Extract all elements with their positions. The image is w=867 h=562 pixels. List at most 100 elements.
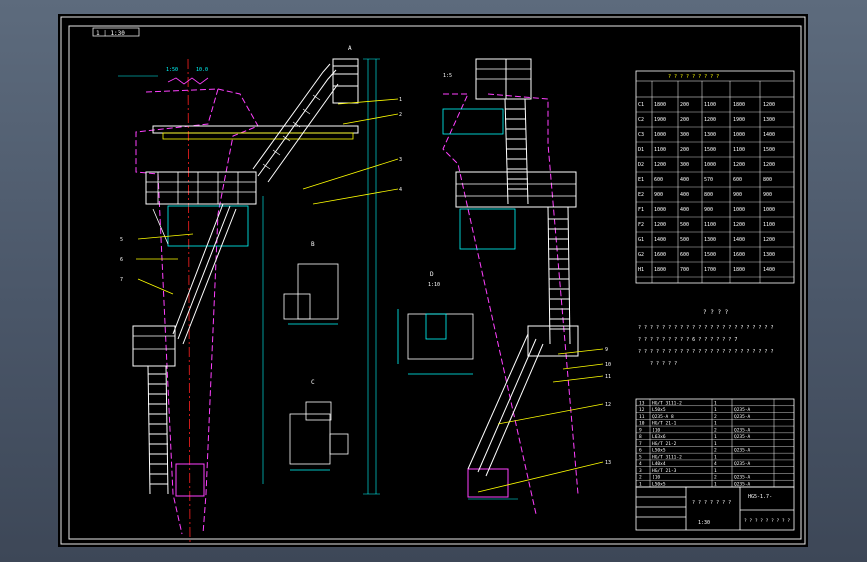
parts-cell-10-0: 3 (639, 468, 642, 474)
parts-cell-3-0: 10 (639, 421, 645, 427)
spec-cell-2-2: 300 (680, 132, 689, 138)
spec-cell-8-4: 1200 (733, 222, 745, 228)
spec-cell-10-1: 1600 (654, 252, 666, 258)
spec-cell-8-2: 500 (680, 222, 689, 228)
spec-cell-8-5: 1100 (763, 222, 775, 228)
notes-line-3: ? ? ? ? ? ? ? ? ? ? ? ? ? ? ? ? ? ? ? ? … (638, 349, 773, 355)
parts-cell-8-1: HG/T 3111-2 (652, 454, 682, 460)
notes: ? ? ? ? ? ? ? ? ? ? ? ? ? ? ? ? ? ? ? ? … (638, 309, 773, 367)
callout-3: 3 (399, 157, 402, 163)
view-a-mark: A (348, 45, 352, 52)
spec-cell-4-0: D2 (638, 162, 644, 168)
spec-cell-5-4: 600 (733, 177, 742, 183)
spec-cell-11-4: 1800 (733, 267, 745, 273)
notes-line-4: ? ? ? ? ? (650, 361, 677, 367)
spec-cell-2-0: C3 (638, 132, 644, 138)
middle-stair-rail-2 (177, 205, 231, 340)
detail-scale: 1:10 (428, 282, 440, 288)
spec-cell-5-0: E1 (638, 177, 644, 183)
top-dim-right: 10.0 (196, 67, 208, 73)
parts-cell-5-3: Q235-A (734, 434, 751, 440)
spec-table: ? ? ? ? ? ? ? ? ? C1 1800 200 1100 1800 1200 C… (635, 70, 795, 284)
spec-cell-11-3: 1700 (704, 267, 716, 273)
parts-cell-4-1: [10 (652, 427, 660, 433)
section-c-detail (289, 401, 349, 471)
parts-cell-2-2: 2 (714, 414, 717, 420)
spec-cell-9-2: 500 (680, 237, 689, 243)
parts-cell-4-0: 9 (639, 427, 642, 433)
parts-cell-2-0: 11 (639, 414, 645, 420)
spec-cell-11-1: 1800 (654, 267, 666, 273)
spec-cell-7-5: 1000 (763, 207, 775, 213)
parts-cell-1-2: 1 (714, 407, 717, 413)
callout-11: 11 (605, 374, 611, 380)
spec-cell-7-0: F1 (638, 207, 644, 213)
spec-cell-6-4: 900 (733, 192, 742, 198)
spec-cell-3-0: D1 (638, 147, 644, 153)
spec-cell-10-3: 1500 (704, 252, 716, 258)
spec-cell-3-4: 1100 (733, 147, 745, 153)
parts-cell-11-0: 2 (639, 475, 642, 481)
spec-cell-8-3: 1100 (704, 222, 716, 228)
spec-cell-6-3: 800 (704, 192, 713, 198)
callout-2: 2 (399, 112, 402, 118)
spec-cell-7-3: 900 (704, 207, 713, 213)
notes-line-2: ? ? ? ? ? ? ? ? ? 6 ? ? ? ? ? ? 7 (638, 337, 737, 343)
section-c-label: C (311, 379, 315, 386)
spec-cell-10-5: 1300 (763, 252, 775, 258)
title-block-scale: 1:30 (698, 520, 710, 526)
spec-cell-4-3: 1000 (704, 162, 716, 168)
spec-cell-4-4: 1200 (733, 162, 745, 168)
spec-cell-0-2: 200 (680, 102, 689, 108)
parts-cell-7-1: L50x5 (652, 448, 666, 454)
drawing-sheet: 1 | 1:30 1:50 10.0 A 1 2 3 4 5 6 7 B C 1… (58, 14, 808, 547)
parts-cell-7-2: 2 (714, 448, 717, 454)
spec-cell-1-0: C2 (638, 117, 644, 123)
parts-cell-8-0: 5 (639, 454, 642, 460)
spec-cell-5-3: 570 (704, 177, 713, 183)
parts-cell-1-0: 12 (639, 407, 645, 413)
section-d-detail (397, 309, 474, 375)
parts-cell-6-2: 1 (714, 441, 717, 447)
parts-cell-11-1: [10 (652, 475, 660, 481)
spec-cell-9-5: 1200 (763, 237, 775, 243)
parts-cell-2-3: Q235-A (734, 414, 751, 420)
parts-cell-3-1: HG/T 21-1 (652, 421, 677, 427)
spec-cell-9-3: 1300 (704, 237, 716, 243)
spec-cell-1-5: 1300 (763, 117, 775, 123)
notes-line-1: ? ? ? ? ? ? ? ? ? ? ? ? ? ? ? ? ? ? ? ? … (638, 325, 773, 331)
title-tag-text: 1 | 1:30 (96, 30, 125, 37)
spec-cell-11-0: H1 (638, 267, 644, 273)
parts-cell-6-0: 7 (639, 441, 642, 447)
parts-cell-7-3: Q235-A (734, 448, 751, 454)
spec-cell-6-2: 400 (680, 192, 689, 198)
left-centerline (187, 58, 191, 545)
spec-cell-11-2: 700 (680, 267, 689, 273)
parts-cell-6-1: HG/T 21-2 (652, 441, 677, 447)
parts-cell-5-0: 8 (639, 434, 642, 440)
middle-platform (145, 171, 257, 205)
spec-cell-6-5: 900 (763, 192, 772, 198)
spec-cell-11-5: 1400 (763, 267, 775, 273)
spec-cell-6-0: E2 (638, 192, 644, 198)
callout-6: 6 (120, 257, 123, 263)
upper-stair-rail-2 (257, 69, 337, 177)
spec-cell-2-5: 1400 (763, 132, 775, 138)
parts-cell-1-3: Q235-A (734, 407, 751, 413)
parts-cell-11-3: Q235-A (734, 475, 751, 481)
parts-cell-9-0: 4 (639, 461, 642, 467)
spec-cell-3-3: 1500 (704, 147, 716, 153)
spec-cell-6-1: 900 (654, 192, 663, 198)
right-lower-stair-rail-2 (477, 338, 537, 473)
title-block-company: ? ? ? ? ? ? ? ? ? (744, 518, 790, 524)
spec-cell-8-0: F2 (638, 222, 644, 228)
spec-cell-4-5: 1200 (763, 162, 775, 168)
spec-cell-1-1: 1900 (654, 117, 666, 123)
middle-support (167, 205, 249, 247)
spec-cell-9-1: 1400 (654, 237, 666, 243)
parts-cell-4-3: Q235-A (734, 427, 751, 433)
parts-cell-9-2: 4 (714, 461, 717, 467)
spec-cell-7-1: 1000 (654, 207, 666, 213)
callout-5: 5 (120, 237, 123, 243)
spec-cell-9-4: 1400 (733, 237, 745, 243)
